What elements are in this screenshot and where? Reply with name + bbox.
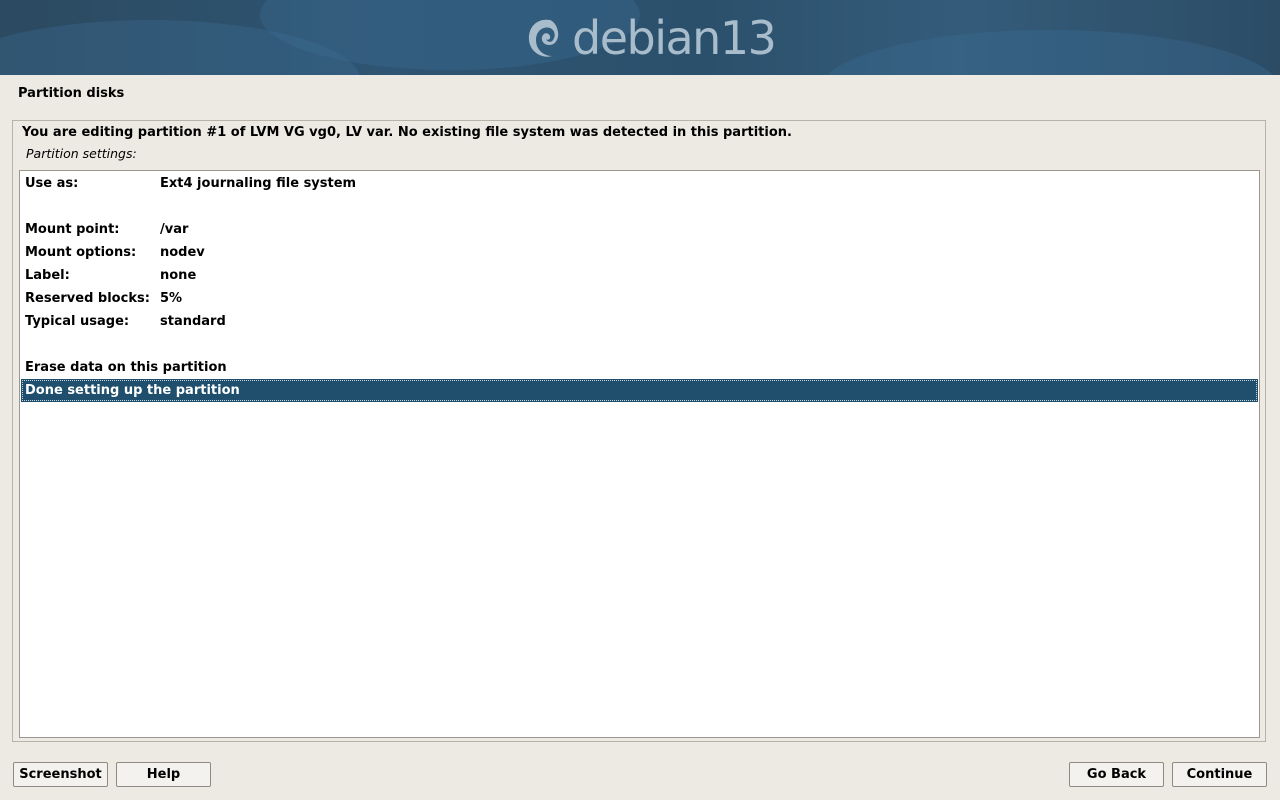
- banner-wave: [820, 30, 1280, 75]
- action-done-setting-up[interactable]: Done setting up the partition: [21, 379, 1258, 402]
- action-erase-data[interactable]: Erase data on this partition: [21, 356, 1258, 379]
- partition-settings-heading: Partition settings:: [26, 146, 137, 161]
- setting-value: nodev: [160, 245, 205, 260]
- action-label: Done setting up the partition: [25, 383, 240, 398]
- debian-logo: debian13: [524, 10, 777, 66]
- setting-value: standard: [160, 314, 226, 329]
- setting-value: 5%: [160, 291, 183, 306]
- debian-swirl-icon: [524, 14, 564, 62]
- continue-button[interactable]: Continue: [1172, 762, 1267, 787]
- go-back-button[interactable]: Go Back: [1069, 762, 1164, 787]
- setting-use-as[interactable]: Use as: Ext4 journaling file system: [21, 172, 1258, 195]
- setting-typical-usage[interactable]: Typical usage: standard: [21, 310, 1258, 333]
- setting-key: Reserved blocks:: [25, 291, 150, 306]
- header-banner: debian13: [0, 0, 1280, 75]
- action-label: Erase data on this partition: [25, 360, 227, 375]
- setting-value: none: [160, 268, 197, 283]
- setting-reserved-blocks[interactable]: Reserved blocks: 5%: [21, 287, 1258, 310]
- setting-key: Use as:: [25, 176, 79, 191]
- logo-text: debian13: [572, 11, 777, 65]
- setting-key: Mount point:: [25, 222, 120, 237]
- setting-key: Typical usage:: [25, 314, 130, 329]
- setting-key: Label:: [25, 268, 70, 283]
- help-button[interactable]: Help: [116, 762, 211, 787]
- screenshot-button[interactable]: Screenshot: [13, 762, 108, 787]
- partition-message: You are editing partition #1 of LVM VG v…: [22, 125, 792, 140]
- step-title: Partition disks: [18, 86, 125, 101]
- setting-mount-options[interactable]: Mount options: nodev: [21, 241, 1258, 264]
- setting-mount-point[interactable]: Mount point: /var: [21, 218, 1258, 241]
- partition-settings-list[interactable]: Use as: Ext4 journaling file system Mount…: [19, 170, 1260, 738]
- setting-key: Mount options:: [25, 245, 137, 260]
- setting-label[interactable]: Label: none: [21, 264, 1258, 287]
- setting-value: Ext4 journaling file system: [160, 176, 357, 191]
- setting-value: /var: [160, 222, 189, 237]
